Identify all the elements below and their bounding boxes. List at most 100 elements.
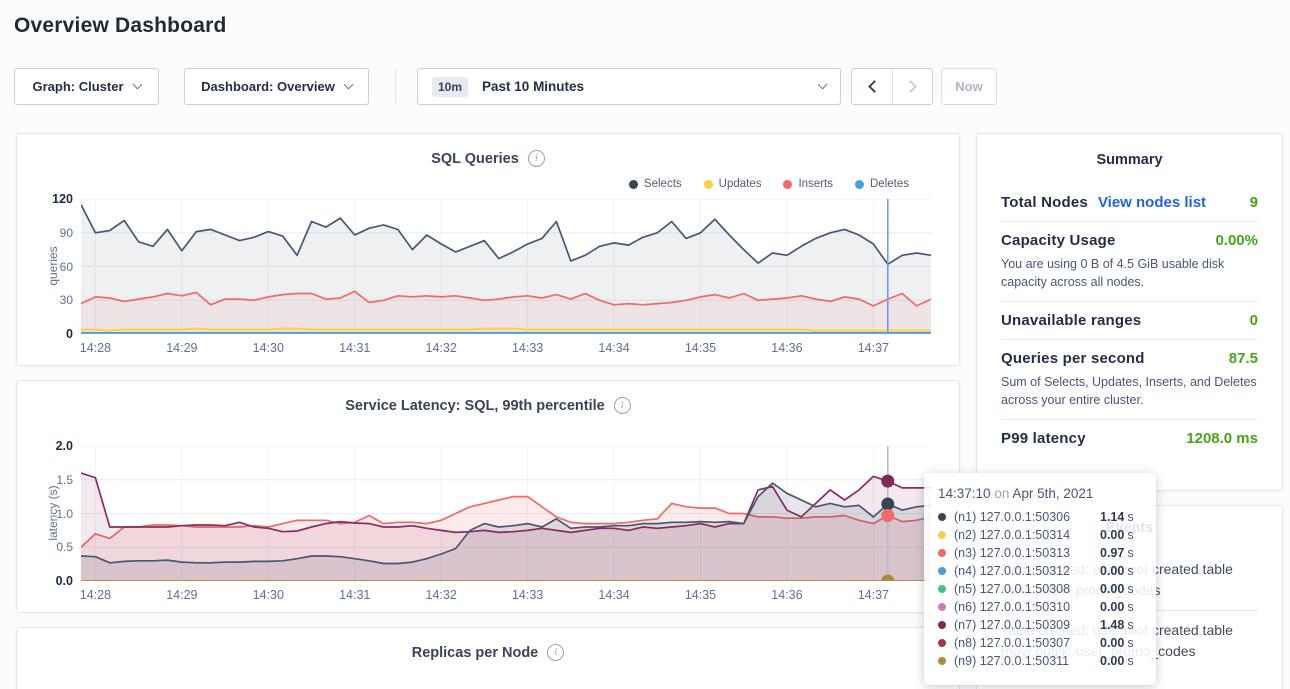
tooltip-rows: (n1) 127.0.0.1:503061.14s(n2) 127.0.0.1:… bbox=[938, 508, 1142, 670]
time-range-badge: 10m bbox=[432, 77, 468, 97]
x-tick-label: 14:37 bbox=[858, 341, 889, 355]
sql-plot-area[interactable] bbox=[81, 199, 931, 334]
node-color-dot bbox=[938, 603, 946, 611]
node-latency-value: 0.97 bbox=[1100, 546, 1124, 560]
y-tick-label: 0.0 bbox=[25, 574, 73, 588]
graph-selector-label: Graph: Cluster bbox=[32, 79, 123, 94]
summary-description: You are using 0 B of 4.5 GiB usable disk… bbox=[1001, 255, 1258, 291]
x-tick-label: 14:36 bbox=[771, 341, 802, 355]
tooltip-timestamp: 14:37:10 on Apr 5th, 2021 bbox=[938, 486, 1142, 501]
x-tick-label: 14:28 bbox=[80, 588, 111, 602]
node-latency-value: 0.00 bbox=[1100, 636, 1124, 650]
summary-row: Total NodesView nodes list9 bbox=[1001, 184, 1258, 221]
node-address: (n2) 127.0.0.1:50314 bbox=[954, 528, 1100, 542]
info-icon[interactable]: i bbox=[614, 397, 631, 414]
latency-unit: s bbox=[1127, 546, 1133, 560]
x-tick-label: 14:30 bbox=[253, 588, 284, 602]
x-tick-label: 14:32 bbox=[426, 341, 457, 355]
x-tick-label: 14:29 bbox=[166, 341, 197, 355]
x-tick-label: 14:37 bbox=[858, 588, 889, 602]
service-latency-card: Service Latency: SQL, 99th percentile i … bbox=[16, 380, 960, 613]
chart-legend: Selects Updates Inserts Deletes bbox=[629, 178, 909, 190]
chart-header: Service Latency: SQL, 99th percentile i bbox=[17, 397, 959, 414]
y-tick-label: 1.0 bbox=[25, 507, 73, 521]
x-tick-label: 14:32 bbox=[426, 588, 457, 602]
legend-item-updates[interactable]: Updates bbox=[704, 178, 762, 190]
node-address: (n5) 127.0.0.1:50308 bbox=[954, 582, 1100, 596]
x-tick-label: 14:30 bbox=[253, 341, 284, 355]
legend-item-inserts[interactable]: Inserts bbox=[783, 178, 833, 190]
x-tick-label: 14:36 bbox=[771, 588, 802, 602]
node-latency-value: 0.00 bbox=[1100, 654, 1124, 668]
y-tick-label: 0 bbox=[25, 327, 73, 341]
summary-row-main: Unavailable ranges0 bbox=[1001, 312, 1258, 329]
legend-label: Updates bbox=[719, 178, 762, 190]
x-tick-label: 14:34 bbox=[598, 588, 629, 602]
summary-row: Unavailable ranges0 bbox=[1001, 301, 1258, 339]
chart-title: Replicas per Node bbox=[412, 645, 539, 661]
summary-title: Summary bbox=[1001, 152, 1258, 168]
tooltip-time: 14:37:10 bbox=[938, 486, 991, 501]
chart-header: SQL Queries i bbox=[17, 150, 959, 167]
now-button[interactable]: Now bbox=[941, 68, 997, 105]
node-color-dot bbox=[938, 549, 946, 557]
summary-row-main: Queries per second87.5 bbox=[1001, 350, 1258, 367]
legend-label: Deletes bbox=[870, 178, 909, 190]
legend-dot bbox=[629, 180, 638, 189]
next-range-button[interactable] bbox=[892, 69, 932, 104]
chart-header: Replicas per Node i bbox=[17, 644, 959, 661]
graph-selector-dropdown[interactable]: Graph: Cluster bbox=[14, 68, 159, 105]
info-icon[interactable]: i bbox=[547, 644, 564, 661]
node-color-dot bbox=[938, 513, 946, 521]
legend-dot bbox=[783, 180, 792, 189]
node-latency-value: 0.00 bbox=[1100, 564, 1124, 578]
summary-row: Queries per second87.5 Sum of Selects, Up… bbox=[1001, 339, 1258, 419]
summary-value: 0.00% bbox=[1215, 232, 1258, 249]
summary-value: 87.5 bbox=[1229, 350, 1258, 367]
y-tick-label: 60 bbox=[25, 260, 73, 274]
legend-item-deletes[interactable]: Deletes bbox=[855, 178, 909, 190]
latency-unit: s bbox=[1127, 636, 1133, 650]
x-tick-label: 14:35 bbox=[685, 588, 716, 602]
summary-rows: Total NodesView nodes list9Capacity Usag… bbox=[1001, 184, 1258, 457]
replicas-per-node-card: Replicas per Node i bbox=[16, 627, 960, 689]
chevron-down-icon bbox=[132, 80, 142, 90]
legend-dot bbox=[704, 180, 713, 189]
node-color-dot bbox=[938, 639, 946, 647]
node-address: (n4) 127.0.0.1:50312 bbox=[954, 564, 1100, 578]
summary-description: Sum of Selects, Updates, Inserts, and De… bbox=[1001, 373, 1258, 409]
y-tick-label: 90 bbox=[25, 226, 73, 240]
latency-unit: s bbox=[1127, 564, 1133, 578]
node-address: (n8) 127.0.0.1:50307 bbox=[954, 636, 1100, 650]
summary-label: Capacity Usage bbox=[1001, 232, 1116, 249]
tooltip-node-row: (n6) 127.0.0.1:503100.00s bbox=[938, 598, 1142, 616]
info-icon[interactable]: i bbox=[528, 150, 545, 167]
node-color-dot bbox=[938, 585, 946, 593]
summary-row-main: P99 latency1208.0 ms bbox=[1001, 430, 1258, 447]
prev-range-button[interactable] bbox=[852, 69, 892, 104]
node-color-dot bbox=[938, 531, 946, 539]
latency-unit: s bbox=[1127, 600, 1133, 614]
node-latency-value: 1.14 bbox=[1100, 510, 1124, 524]
node-latency-value: 0.00 bbox=[1100, 600, 1124, 614]
tooltip-node-row: (n9) 127.0.0.1:503110.00s bbox=[938, 652, 1142, 670]
dashboard-selector-dropdown[interactable]: Dashboard: Overview bbox=[184, 68, 369, 105]
node-color-dot bbox=[938, 657, 946, 665]
tooltip-node-row: (n8) 127.0.0.1:503070.00s bbox=[938, 634, 1142, 652]
latency-unit: s bbox=[1127, 528, 1133, 542]
chevron-down-icon bbox=[818, 80, 828, 90]
latency-unit: s bbox=[1127, 654, 1133, 668]
time-range-label: Past 10 Minutes bbox=[482, 79, 819, 94]
summary-panel: Summary Total NodesView nodes list9Capac… bbox=[976, 133, 1283, 491]
summary-value: 0 bbox=[1250, 312, 1258, 329]
y-tick-label: 0.5 bbox=[25, 540, 73, 554]
x-tick-label: 14:33 bbox=[512, 341, 543, 355]
summary-label: Total Nodes bbox=[1001, 194, 1088, 211]
summary-row-main: Total NodesView nodes list9 bbox=[1001, 194, 1258, 211]
chart-title: SQL Queries bbox=[431, 151, 519, 167]
latency-plot-area[interactable] bbox=[81, 446, 931, 581]
view-nodes-list-link[interactable]: View nodes list bbox=[1098, 194, 1206, 211]
legend-item-selects[interactable]: Selects bbox=[629, 178, 682, 190]
x-tick-label: 14:31 bbox=[339, 588, 370, 602]
time-range-dropdown[interactable]: 10m Past 10 Minutes bbox=[417, 68, 841, 105]
